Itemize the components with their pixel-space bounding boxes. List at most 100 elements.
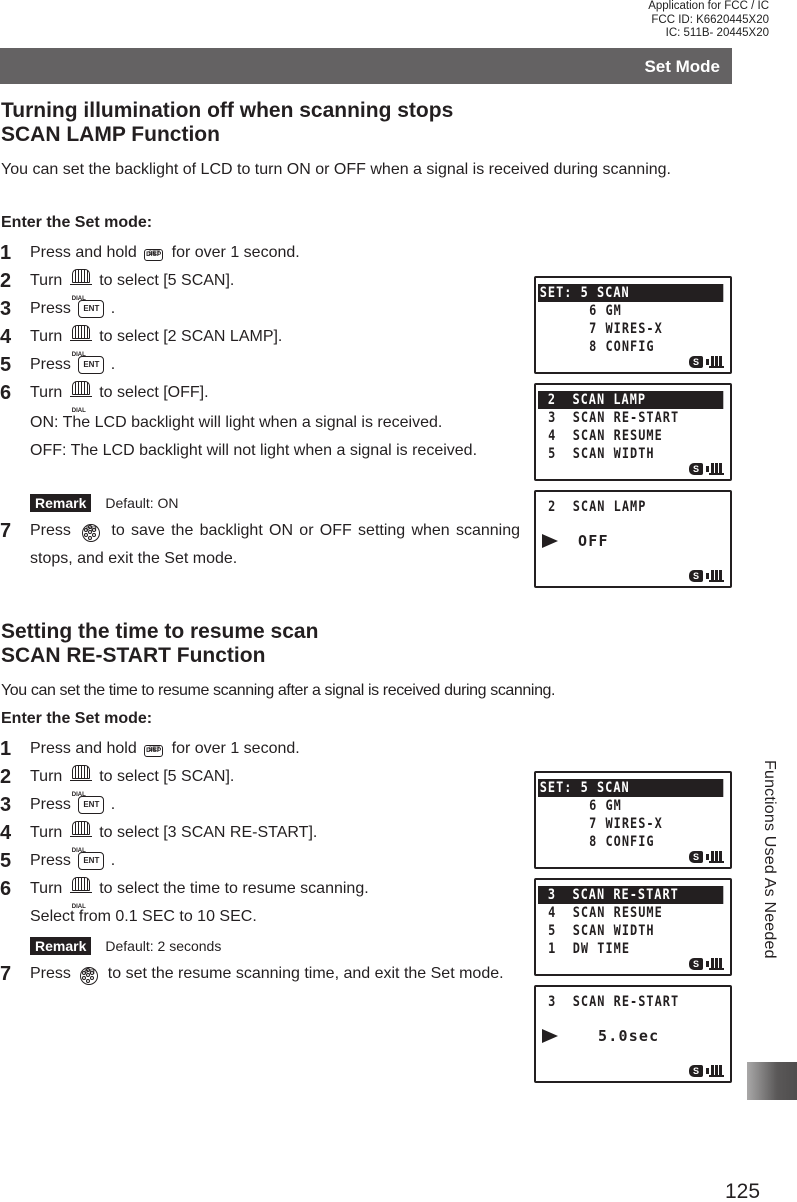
lcd-row: 7 WIRES-X [540,816,663,832]
step-number: 5 [0,850,12,872]
ent-key-icon: ENT [78,795,105,814]
step-text: Turn DIAL to select [3 SCAN RE-START]. [30,819,520,854]
step-text: Press and hold SET DISP for over 1 second… [30,735,520,763]
remark-tag: Remark [30,494,92,512]
battery-icon [706,463,724,475]
step-number: 6 [0,382,12,404]
remark: Remark Default: 2 seconds [30,937,221,955]
fcc-notice: Application for FCC / IC FCC ID: K662044… [648,0,769,41]
lcd-row: 4 SCAN RESUME [540,428,663,444]
lcd-row: 4 SCAN RESUME [540,905,663,921]
step-text: Turn DIAL to select [5 SCAN]. [30,267,520,302]
step-text: Turn DIAL to select [OFF]. [30,379,520,414]
s-badge-icon: S [689,463,703,475]
lcd-screen: 3 SCAN RE-START 5.0sec S [534,985,732,1083]
lcd-row: 3 SCAN RE-START [540,994,680,1010]
remark: Remark Default: ON [30,494,179,512]
header-title: Set Mode [644,57,720,76]
lcd-row: 8 CONFIG [540,834,655,850]
dial-icon: DIAL [69,324,92,358]
page-number: 125 [725,1180,761,1202]
step-text: Turn DIAL to select the time to resume s… [30,875,520,910]
step-text: Press ENT . [30,795,116,814]
battery-icon [706,851,724,863]
lcd-screen: SET: 5 SCAN 6 GM 7 WIRES-X 8 CONFIG S [534,276,732,374]
chapter-tab [747,1062,797,1100]
remark-text: Default: 2 seconds [105,938,222,954]
section-title: Turning illumination off when scanning s… [1,99,454,147]
disp-key-icon: SET DISP [144,242,164,264]
enter-set-mode-label: Enter the Set mode: [1,710,153,727]
lcd-row: 3 SCAN RE-START [540,410,680,426]
step-number: 7 [0,963,12,985]
lcd-row: 7 WIRES-X [540,321,663,337]
dial-icon: DIAL [69,380,92,414]
lcd-row: 5 SCAN WIDTH [540,923,655,939]
lcd-value: OFF [578,532,609,550]
lcd-screen: 2 SCAN LAMP OFF S [534,490,732,588]
step-number: 2 [0,270,12,292]
lcd-value: 5.0sec [598,1027,660,1045]
s-badge-icon: S [689,1065,703,1077]
step-text: Press PTT to set the resume scanning tim… [30,960,520,988]
section-title-line: Turning illumination off when scanning s… [1,99,454,122]
section-subtitle-line: SCAN RE-START Function [1,644,266,667]
step-number: 1 [0,242,12,264]
lcd-status: S [689,356,724,368]
section-subtitle-line: SCAN LAMP Function [1,123,220,146]
lcd-row: 8 CONFIG [540,339,655,355]
header-bar: Set Mode [0,48,732,84]
step-text: Press ENT . [30,355,116,374]
lcd-row: 1 DW TIME [540,941,631,957]
lcd-status: S [689,463,724,475]
step-text: Press ENT . [30,851,116,870]
ptt-key-icon: PTT [81,519,101,543]
note-range: Select from 0.1 SEC to 10 SEC. [30,908,257,925]
lcd-row: 3 SCAN RE-START [538,886,724,904]
s-badge-icon: S [689,570,703,582]
step-text: Turn DIAL to select [2 SCAN LAMP]. [30,323,520,358]
s-badge-icon: S [689,356,703,368]
dial-icon: DIAL [69,268,92,302]
step-text: Press and hold SET DISP for over 1 second… [30,239,520,267]
ent-key-icon: ENT [78,299,105,318]
fcc-line: Application for FCC / IC [648,0,769,12]
lcd-status: S [689,958,724,970]
step-text: Press PTT to save the backlight ON or OF… [30,517,520,573]
disp-key-icon: SET DISP [144,738,164,760]
dial-icon: DIAL [69,764,92,798]
chapter-side-label: Functions Used As Needed [761,760,778,959]
remark-text: Default: ON [105,495,179,511]
section-intro: You can set the backlight of LCD to turn… [1,161,671,178]
step-number: 6 [0,878,12,900]
selection-arrow-icon [542,534,558,548]
step-number: 4 [0,326,12,348]
section-title-line: Setting the time to resume scan [1,620,319,643]
ent-key-icon: ENT [78,355,105,374]
lcd-row: 2 SCAN LAMP [540,499,647,515]
section-intro: You can set the time to resume scanning … [1,682,556,699]
s-badge-icon: S [689,851,703,863]
note-off: OFF: The LCD backlight will not light wh… [30,442,478,459]
lcd-row: 6 GM [540,303,622,319]
battery-icon [706,356,724,368]
fcc-line: IC: 511B- 20445X20 [665,27,769,39]
ent-key-icon: ENT [78,851,105,870]
step-number: 3 [0,794,12,816]
ptt-key-icon: PTT [79,962,99,986]
fcc-line: FCC ID: K6620445X20 [651,13,769,26]
lcd-row: 2 SCAN LAMP [538,391,724,409]
lcd-status: S [689,851,724,863]
lcd-screen: 3 SCAN RE-START 4 SCAN RESUME 5 SCAN WID… [534,878,732,976]
step-number: 4 [0,822,12,844]
battery-icon [706,1065,724,1077]
battery-icon [706,570,724,582]
dial-icon: DIAL [69,820,92,854]
section-title: Setting the time to resume scan SCAN RE-… [1,620,319,668]
lcd-row: 5 SCAN WIDTH [540,446,655,462]
lcd-status: S [689,570,724,582]
enter-set-mode-label: Enter the Set mode: [1,214,153,231]
lcd-screen: 2 SCAN LAMP 3 SCAN RE-START 4 SCAN RESUM… [534,383,732,481]
lcd-row: 6 GM [540,798,622,814]
lcd-row: SET: 5 SCAN [538,284,724,302]
